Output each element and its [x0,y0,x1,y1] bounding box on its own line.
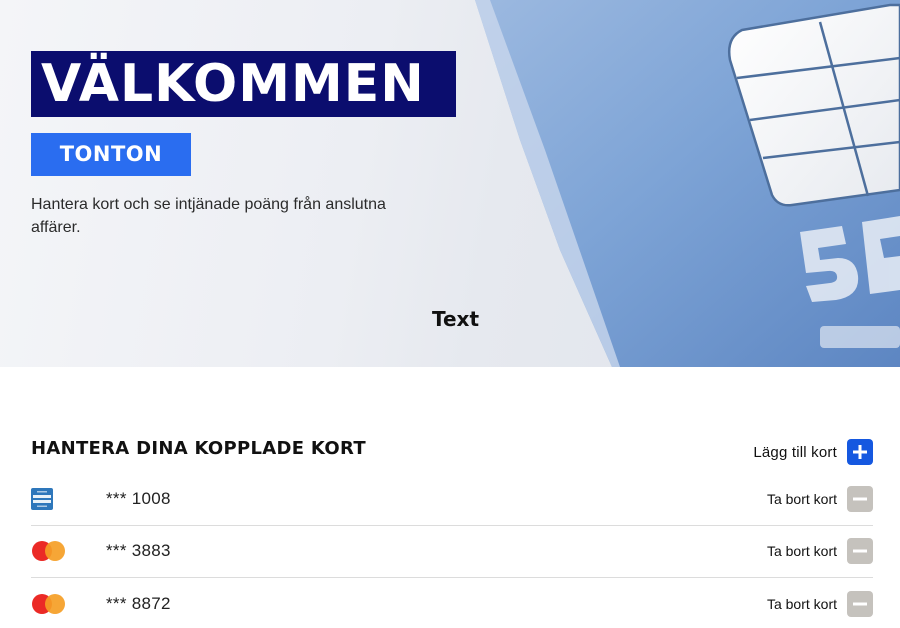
card-number: *** 8872 [106,594,171,614]
plus-icon[interactable] [847,439,873,465]
remove-card-label: Ta bort kort [766,543,837,560]
remove-card-label: Ta bort kort [766,490,837,507]
hero-description: Hantera kort och se intjänade poäng från… [31,196,386,236]
remove-card-label: Ta bort kort [766,596,837,613]
remove-card-button[interactable]: Ta bort kort [766,591,873,618]
linked-cards-list: *** 1008 Ta bort kort *** 3883 Ta bort k… [31,473,873,628]
linked-cards-heading: HANTERA DINA KOPPLADE KORT [31,438,366,459]
hero-banner: VÄLKOMMEN TONTON Hantera kort och se int… [0,0,900,367]
add-card-label: Lägg till kort [753,443,837,461]
welcome-title: VÄLKOMMEN [41,54,425,114]
remove-card-button[interactable]: Ta bort kort [766,538,873,565]
list-item: *** 1008 Ta bort kort [31,473,873,526]
remove-card-button[interactable]: Ta bort kort [766,485,873,512]
card-number: *** 3883 [106,541,171,561]
card-number: *** 1008 [106,488,171,508]
minus-icon[interactable] [847,538,873,565]
list-item: *** 3883 Ta bort kort [31,526,873,578]
american-express-icon [31,487,67,511]
list-item: *** 8872 Ta bort kort [31,578,873,628]
mastercard-icon [31,539,67,563]
minus-icon[interactable] [847,485,873,512]
mastercard-icon [31,592,67,616]
minus-icon[interactable] [847,591,873,618]
add-card-button[interactable]: Lägg till kort [753,439,873,465]
user-name-badge: TONTON [31,133,191,176]
hero-text-label: Text [432,307,480,331]
